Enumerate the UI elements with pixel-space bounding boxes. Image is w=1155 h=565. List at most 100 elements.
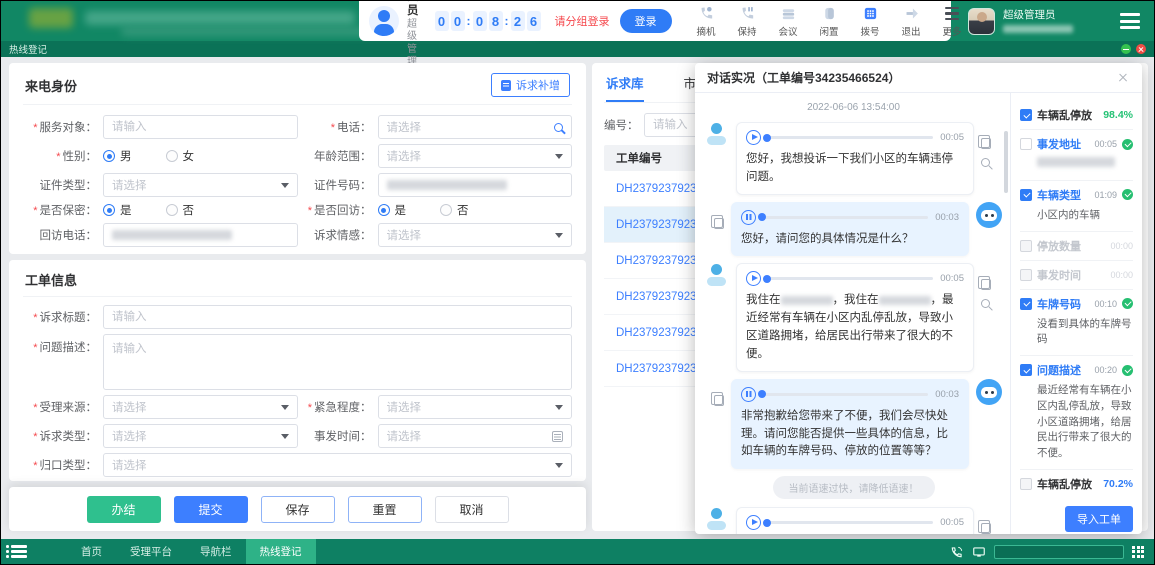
agent-panel: 坐席人员 超级管理员 0 0 : 0 8 : 2 6 请分组登录 登录	[359, 1, 951, 41]
emotion-select[interactable]: 请选择	[378, 223, 573, 247]
callback-yes-radio[interactable]: 是	[378, 202, 407, 218]
audio-duration: 00:03	[935, 389, 959, 400]
age-range-label: 年龄范围：	[298, 148, 378, 164]
redacted-profile-line	[1003, 25, 1073, 33]
category-select[interactable]: 请选择	[103, 453, 572, 477]
checkbox[interactable]	[1020, 109, 1032, 121]
gender-female-radio[interactable]: 女	[166, 148, 195, 164]
gender-male-radio[interactable]: 男	[103, 148, 132, 164]
chat-scrollbar[interactable]	[1004, 131, 1008, 193]
live-dialog-panel: 对话实况（工单编号34235466524） 2022-06-06 13:54:0…	[695, 63, 1142, 534]
reset-button[interactable]: 重置	[348, 496, 422, 523]
confidential-no-radio[interactable]: 否	[166, 202, 195, 218]
age-range-select[interactable]: 请选择	[378, 144, 573, 168]
control-dial[interactable]: 拨号	[852, 5, 889, 38]
minimize-button[interactable]	[1121, 44, 1131, 54]
extraction-item: 车辆类型 01:09 小区内的车辆	[1020, 181, 1133, 232]
task-list-icon[interactable]	[11, 545, 27, 558]
bottom-tab-platform[interactable]: 受理平台	[116, 539, 186, 564]
main-area: 来电身份 诉求补增 服务对象： 电话： 请选择	[1, 57, 1154, 539]
user-avatar[interactable]	[968, 8, 995, 35]
search-icon[interactable]	[981, 158, 990, 167]
callback-phone-input[interactable]	[103, 223, 298, 247]
checkbox[interactable]	[1020, 298, 1032, 310]
chevron-down-icon	[281, 183, 289, 188]
play-button[interactable]	[746, 515, 761, 530]
chevron-down-icon	[555, 233, 563, 238]
bottom-tab-hotline[interactable]: 热线登记	[246, 539, 316, 564]
control-hold[interactable]: 保持	[729, 5, 766, 38]
checkbox[interactable]	[1020, 269, 1032, 281]
copy-icon[interactable]	[981, 279, 991, 290]
id-type-select[interactable]: 请选择	[103, 173, 298, 197]
status-input[interactable]	[994, 545, 1124, 559]
import-workorder-button[interactable]: 导入工单	[1065, 506, 1133, 532]
appeal-title-input[interactable]	[103, 305, 572, 329]
bottom-tab-navbar[interactable]: 导航栏	[186, 539, 246, 564]
audio-progress[interactable]	[768, 136, 933, 139]
control-idle[interactable]: 闲置	[811, 5, 848, 38]
copy-icon[interactable]	[981, 523, 991, 534]
incident-time-picker[interactable]: 请选择	[378, 424, 573, 448]
control-exit[interactable]: 退出	[893, 5, 930, 38]
id-number-input[interactable]	[378, 173, 573, 197]
audio-progress[interactable]	[768, 277, 933, 280]
close-button[interactable]	[1136, 44, 1146, 54]
control-conference[interactable]: 会议	[770, 5, 807, 38]
order-no-label: 编号：	[604, 117, 644, 133]
extraction-item: 车辆乱停放 98.4%	[1020, 101, 1133, 130]
copy-icon[interactable]	[981, 138, 991, 149]
login-hint: 请分组登录	[555, 13, 610, 29]
checkbox[interactable]	[1020, 189, 1032, 201]
cancel-button[interactable]: 取消	[435, 496, 509, 523]
calendar-icon	[552, 431, 563, 442]
bottom-tab-home[interactable]: 首页	[67, 539, 116, 564]
app-grid-icon[interactable]	[1132, 546, 1144, 558]
service-target-input[interactable]	[103, 115, 298, 139]
chat-message-bot: 00:03 您好，请问您的具体情况是什么？	[705, 202, 1002, 257]
audio-progress[interactable]	[763, 216, 928, 219]
copy-icon[interactable]	[714, 218, 724, 229]
checkbox[interactable]	[1020, 240, 1032, 252]
phone-select[interactable]: 请选择	[378, 115, 573, 139]
redacted-id-number	[387, 180, 507, 190]
hamburger-menu-icon[interactable]	[1120, 13, 1140, 29]
pause-button[interactable]	[741, 387, 756, 402]
audio-progress[interactable]	[768, 521, 933, 524]
urgency-select[interactable]: 请选择	[378, 395, 573, 419]
dialpad-icon	[860, 5, 880, 23]
submit-button[interactable]: 提交	[174, 496, 248, 523]
search-icon[interactable]	[554, 123, 563, 132]
checkbox[interactable]	[1020, 478, 1032, 490]
checkbox[interactable]	[1020, 138, 1032, 150]
monitor-icon[interactable]	[972, 545, 986, 559]
copy-icon[interactable]	[714, 395, 724, 406]
finish-button[interactable]: 办结	[87, 496, 161, 523]
play-button[interactable]	[746, 271, 761, 286]
pause-button[interactable]	[741, 210, 756, 225]
search-icon[interactable]	[981, 299, 990, 308]
caller-avatar-icon	[705, 263, 729, 287]
phone-icon[interactable]	[950, 545, 964, 559]
message-text: 非常抱歉给您带来了不便，我们会尽快处理。请问您能否提供一些具体的信息，比如车辆的…	[741, 408, 959, 461]
audio-progress[interactable]	[763, 393, 928, 396]
timer-digit: 8	[489, 11, 503, 31]
confidential-yes-radio[interactable]: 是	[103, 202, 132, 218]
appeal-supplement-button[interactable]: 诉求补增	[491, 73, 570, 97]
robot-avatar-icon	[976, 202, 1002, 228]
section-title-caller: 来电身份	[25, 76, 77, 95]
login-button[interactable]: 登录	[620, 9, 672, 33]
play-button[interactable]	[746, 130, 761, 145]
problem-desc-textarea[interactable]: 请输入	[103, 334, 572, 390]
redacted-logo	[29, 8, 73, 28]
dialog-close-icon[interactable]	[1116, 71, 1130, 85]
appeal-type-label: 诉求类型：	[23, 428, 103, 444]
callback-no-radio[interactable]: 否	[440, 202, 469, 218]
tab-appeal-library[interactable]: 诉求库	[606, 73, 644, 102]
control-pickup[interactable]: 摘机	[688, 5, 725, 38]
appeal-type-select[interactable]: 请选择	[103, 424, 298, 448]
accept-source-select[interactable]: 请选择	[103, 395, 298, 419]
timer-digit: 0	[435, 11, 449, 31]
checkbox[interactable]	[1020, 364, 1032, 376]
save-button[interactable]: 保存	[261, 496, 335, 523]
